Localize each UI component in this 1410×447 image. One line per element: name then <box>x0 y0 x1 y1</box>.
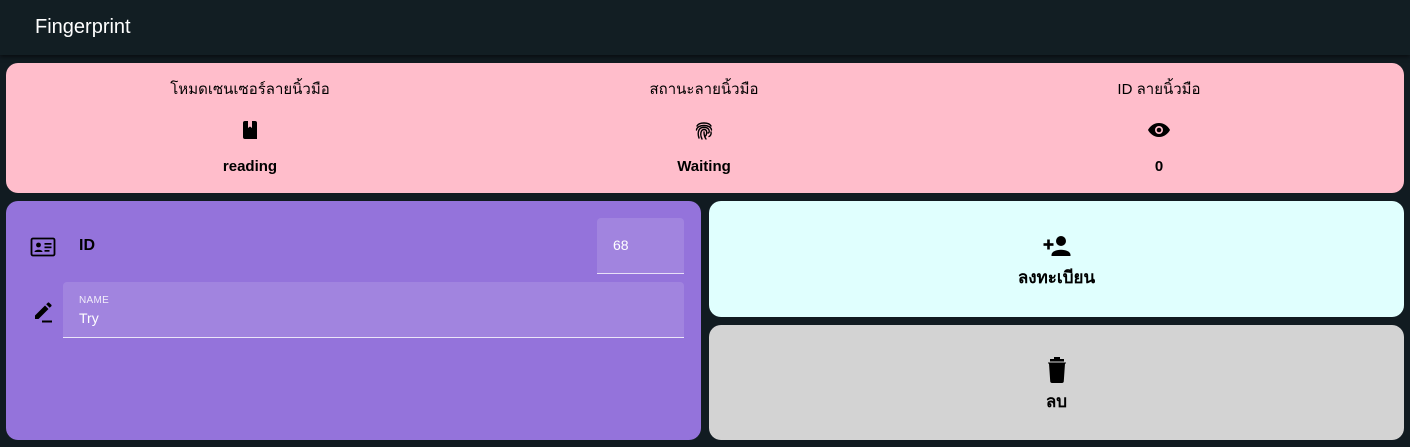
name-input[interactable]: NAME Try <box>63 282 684 338</box>
status-sensor-mode: โหมดเซนเซอร์ลายนิ้วมือ reading <box>50 63 450 193</box>
person-add-icon <box>1043 236 1070 256</box>
status-fingerprint-state: สถานะลายนิ้วมือ Waiting <box>504 63 904 193</box>
delete-button[interactable]: ลบ <box>709 325 1404 440</box>
edit-icon <box>35 302 52 323</box>
delete-button-label: ลบ <box>1045 392 1068 411</box>
id-card-icon <box>30 237 56 257</box>
id-input-value[interactable]: 68 <box>613 237 629 253</box>
sensor-mode-label: โหมดเซนเซอร์ลายนิ้วมือ <box>170 81 330 98</box>
trash-icon <box>1047 357 1066 383</box>
name-input-value[interactable]: Try <box>79 310 99 326</box>
fingerprint-id-label: ID ลายนิ้วมือ <box>1117 81 1201 98</box>
enroll-form-card: ID 68 NAME Try <box>6 201 701 440</box>
eye-icon <box>1148 123 1170 137</box>
fingerprint-state-value: Waiting <box>677 158 731 175</box>
id-label: ID <box>79 237 95 254</box>
fingerprint-icon <box>695 122 713 140</box>
sensor-mode-value: reading <box>222 158 278 175</box>
name-input-label: NAME <box>79 295 110 306</box>
fingerprint-id-value: 0 <box>1154 158 1164 175</box>
bookmark-icon <box>243 121 257 139</box>
app-bar: Fingerprint <box>0 0 1410 55</box>
fingerprint-state-label: สถานะลายนิ้วมือ <box>649 81 759 98</box>
app-title: Fingerprint <box>35 16 131 38</box>
status-fingerprint-id: ID ลายนิ้วมือ 0 <box>959 63 1359 193</box>
status-card: โหมดเซนเซอร์ลายนิ้วมือ reading สถานะลายน… <box>6 63 1404 193</box>
id-input[interactable]: 68 <box>597 218 684 274</box>
register-button-label: ลงทะเบียน <box>1017 268 1096 287</box>
register-button[interactable]: ลงทะเบียน <box>709 201 1404 317</box>
